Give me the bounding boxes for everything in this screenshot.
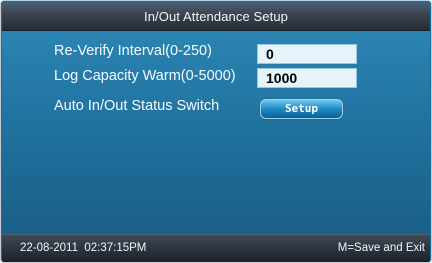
auto-status-switch-label: Auto In/Out Status Switch — [54, 98, 220, 114]
status-bar: 22-08-2011 02:37:15PM M=Save and Exit — [2, 234, 430, 262]
device-screen: In/Out Attendance Setup Re-Verify Interv… — [0, 0, 432, 263]
log-capacity-warm-label: Log Capacity Warm(0-5000) — [54, 68, 236, 84]
save-exit-hint: M=Save and Exit — [337, 242, 425, 254]
window-title-bar: In/Out Attendance Setup — [2, 3, 430, 31]
status-datetime: 22-08-2011 02:37:15PM — [20, 242, 147, 254]
settings-panel: Re-Verify Interval(0-250) 0 Log Capacity… — [2, 31, 430, 234]
page-title: In/Out Attendance Setup — [144, 9, 288, 24]
reverify-interval-field[interactable]: 0 — [257, 44, 357, 64]
reverify-interval-label: Re-Verify Interval(0-250) — [54, 43, 212, 59]
log-capacity-warm-field[interactable]: 1000 — [257, 68, 357, 88]
setup-button[interactable]: Setup — [260, 99, 343, 119]
